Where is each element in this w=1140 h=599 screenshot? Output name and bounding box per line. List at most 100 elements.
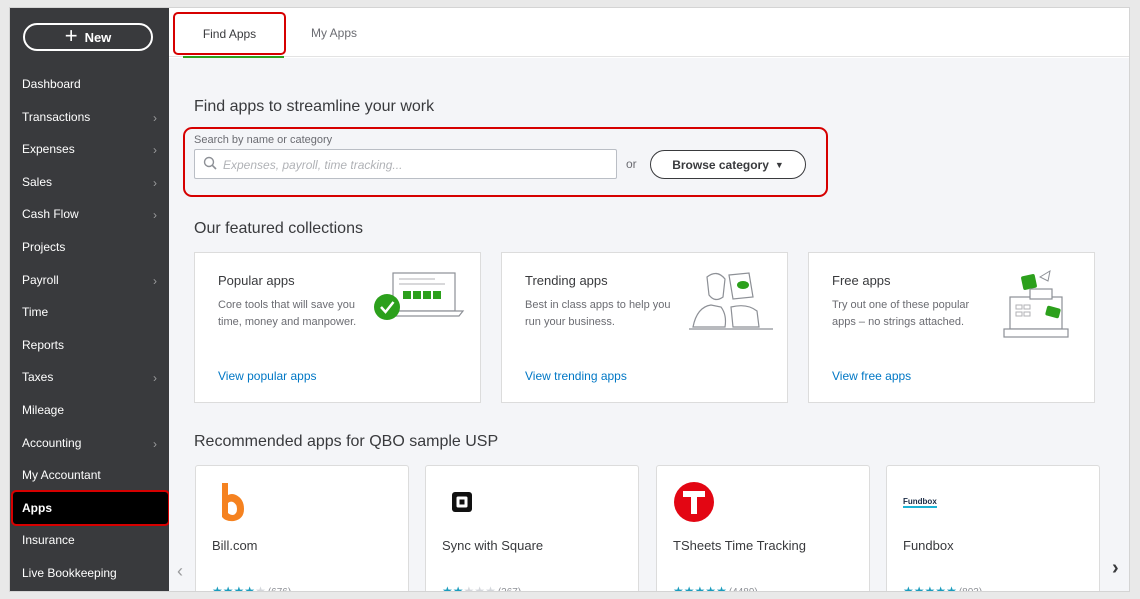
tab-find-apps-label: Find Apps — [202, 26, 257, 41]
sidebar-item-projects[interactable]: Projects — [10, 231, 169, 263]
star-icon: ★ — [222, 584, 234, 592]
sidebar-item-label: Live Bookkeeping — [22, 566, 117, 580]
search-placeholder: Expenses, payroll, time tracking... — [223, 158, 403, 172]
chevron-right-icon: › — [153, 143, 157, 158]
chevron-right-icon: › — [153, 436, 157, 451]
star-icon: ★ — [935, 584, 947, 592]
chevron-right-icon: › — [153, 273, 157, 288]
caret-down-icon: ▼ — [774, 159, 784, 170]
star-icon: ★ — [694, 584, 706, 592]
collection-title: Popular apps — [218, 273, 295, 288]
star-icon: ★ — [705, 584, 717, 592]
rating-count: (676) — [268, 587, 291, 591]
collection-title: Trending apps — [525, 273, 608, 288]
sidebar-item-taxes[interactable]: Taxes › — [10, 361, 169, 393]
bill-com-logo-icon — [222, 483, 244, 522]
sidebar-item-my-accountant[interactable]: My Accountant — [10, 459, 169, 491]
collection-title: Free apps — [832, 273, 891, 288]
star-icon: ★ — [255, 584, 266, 592]
app-card-square[interactable]: Sync with Square ★★★★★(267) — [425, 465, 639, 592]
sidebar-item-apps[interactable]: Apps — [11, 489, 170, 526]
featured-heading: Our featured collections — [194, 220, 363, 237]
rating-count: (803) — [959, 587, 982, 591]
fundbox-logo-text: Fundbox — [903, 496, 937, 508]
star-icon: ★ — [212, 584, 223, 592]
star-icon: ★ — [946, 584, 957, 592]
or-text: or — [626, 157, 637, 171]
sidebar-item-label: Cash Flow — [22, 207, 79, 222]
sidebar-item-label: Time — [22, 305, 49, 320]
view-popular-apps-link[interactable]: View popular apps — [218, 369, 317, 383]
plus-icon: + — [64, 23, 78, 48]
sidebar-item-time[interactable]: Time — [10, 296, 169, 328]
sidebar-item-live-bookkeeping[interactable]: Live Bookkeeping — [10, 557, 169, 589]
star-icon: ★ — [244, 584, 256, 592]
collection-card-trending[interactable]: Trending apps Best in class apps to help… — [501, 252, 788, 403]
collection-card-popular[interactable]: Popular apps Core tools that will save y… — [194, 252, 481, 403]
square-logo-icon — [452, 492, 472, 512]
sidebar-item-label: Reports — [22, 337, 65, 352]
collection-desc: Best in class apps to help you run your … — [525, 299, 671, 328]
chevron-right-icon: › — [153, 371, 157, 386]
view-trending-apps-link[interactable]: View trending apps — [525, 369, 627, 383]
collection-card-free[interactable]: Free apps Try out one of these popular a… — [808, 252, 1095, 403]
sidebar-item-accounting[interactable]: Accounting › — [10, 427, 169, 459]
search-label: Search by name or category — [194, 134, 333, 146]
app-card-bill[interactable]: Bill.com ★★★★★(676) — [195, 465, 409, 592]
sidebar-item-label: Sales — [22, 174, 53, 189]
app-name: Fundbox — [903, 538, 954, 553]
app-rating: ★★★★★(676) — [212, 584, 291, 592]
sidebar-item-label: Taxes — [22, 370, 54, 385]
cash-register-icon — [1003, 269, 1069, 338]
star-icon: ★ — [716, 584, 727, 592]
collection-desc: Try out one of these popular apps – no s… — [832, 299, 970, 328]
sidebar-item-label: Dashboard — [22, 77, 81, 91]
tab-my-apps-label: My Apps — [310, 25, 358, 40]
app-window: + New Dashboard Transactions › Expenses › Sal… — [9, 7, 1130, 592]
sidebar-item-label: Projects — [22, 240, 66, 254]
rating-count: (4489) — [729, 587, 758, 591]
sidebar-item-label: Expenses — [22, 142, 75, 157]
carousel-prev-arrow-icon[interactable]: ‹ — [177, 561, 183, 582]
app-name: Sync with Square — [442, 538, 544, 553]
app-rating: ★★★★★(4489) — [673, 584, 758, 592]
search-input[interactable]: Expenses, payroll, time tracking... — [194, 149, 617, 179]
app-rating: ★★★★★(267) — [442, 584, 521, 592]
app-card-fundbox[interactable]: Fundbox Fundbox ★★★★★(803) — [886, 465, 1100, 592]
search-icon — [203, 156, 217, 170]
tab-my-apps[interactable]: My Apps — [299, 8, 369, 57]
browse-category-button[interactable]: Browse category ▼ — [650, 150, 806, 179]
page-title: Find apps to streamline your work — [194, 98, 435, 115]
sidebar-item-label: Payroll — [22, 272, 59, 287]
tab-bar: Find Apps My Apps — [169, 8, 1129, 59]
chevron-right-icon: › — [153, 208, 157, 223]
tab-find-apps[interactable]: Find Apps — [173, 12, 286, 59]
carousel-next-arrow-icon[interactable]: › — [1112, 557, 1119, 580]
sidebar-item-reports[interactable]: Reports — [10, 329, 169, 361]
new-button-label: New — [84, 29, 112, 45]
sidebar-item-expenses[interactable]: Expenses › — [10, 133, 169, 165]
sidebar-item-sales[interactable]: Sales › — [10, 166, 169, 198]
sidebar: + New Dashboard Transactions › Expenses › Sal… — [10, 8, 170, 591]
star-icon: ★ — [442, 584, 453, 592]
browse-category-label: Browse category — [672, 157, 769, 172]
sidebar-item-payroll[interactable]: Payroll › — [10, 264, 169, 296]
new-button[interactable]: + New — [23, 23, 153, 51]
sidebar-item-dashboard[interactable]: Dashboard — [10, 68, 169, 100]
sidebar-item-mileage[interactable]: Mileage — [10, 394, 169, 426]
app-card-tsheets[interactable]: TSheets Time Tracking ★★★★★(4489) — [656, 465, 870, 592]
view-free-apps-link[interactable]: View free apps — [832, 369, 911, 383]
collection-desc: Core tools that will save you time, mone… — [218, 299, 357, 328]
sidebar-item-label: Insurance — [22, 533, 75, 548]
chevron-right-icon: › — [153, 110, 157, 125]
sidebar-item-label: Apps — [22, 500, 52, 515]
sidebar-item-transactions[interactable]: Transactions › — [10, 101, 169, 133]
star-icon: ★ — [474, 584, 486, 592]
star-icon: ★ — [233, 584, 245, 592]
sidebar-item-cash-flow[interactable]: Cash Flow › — [10, 198, 169, 230]
sidebar-item-label: My Accountant — [22, 468, 101, 483]
tsheets-logo-icon — [674, 482, 714, 522]
laptop-check-icon — [374, 272, 465, 320]
app-name: TSheets Time Tracking — [673, 538, 806, 553]
sidebar-item-insurance[interactable]: Insurance — [10, 524, 169, 556]
